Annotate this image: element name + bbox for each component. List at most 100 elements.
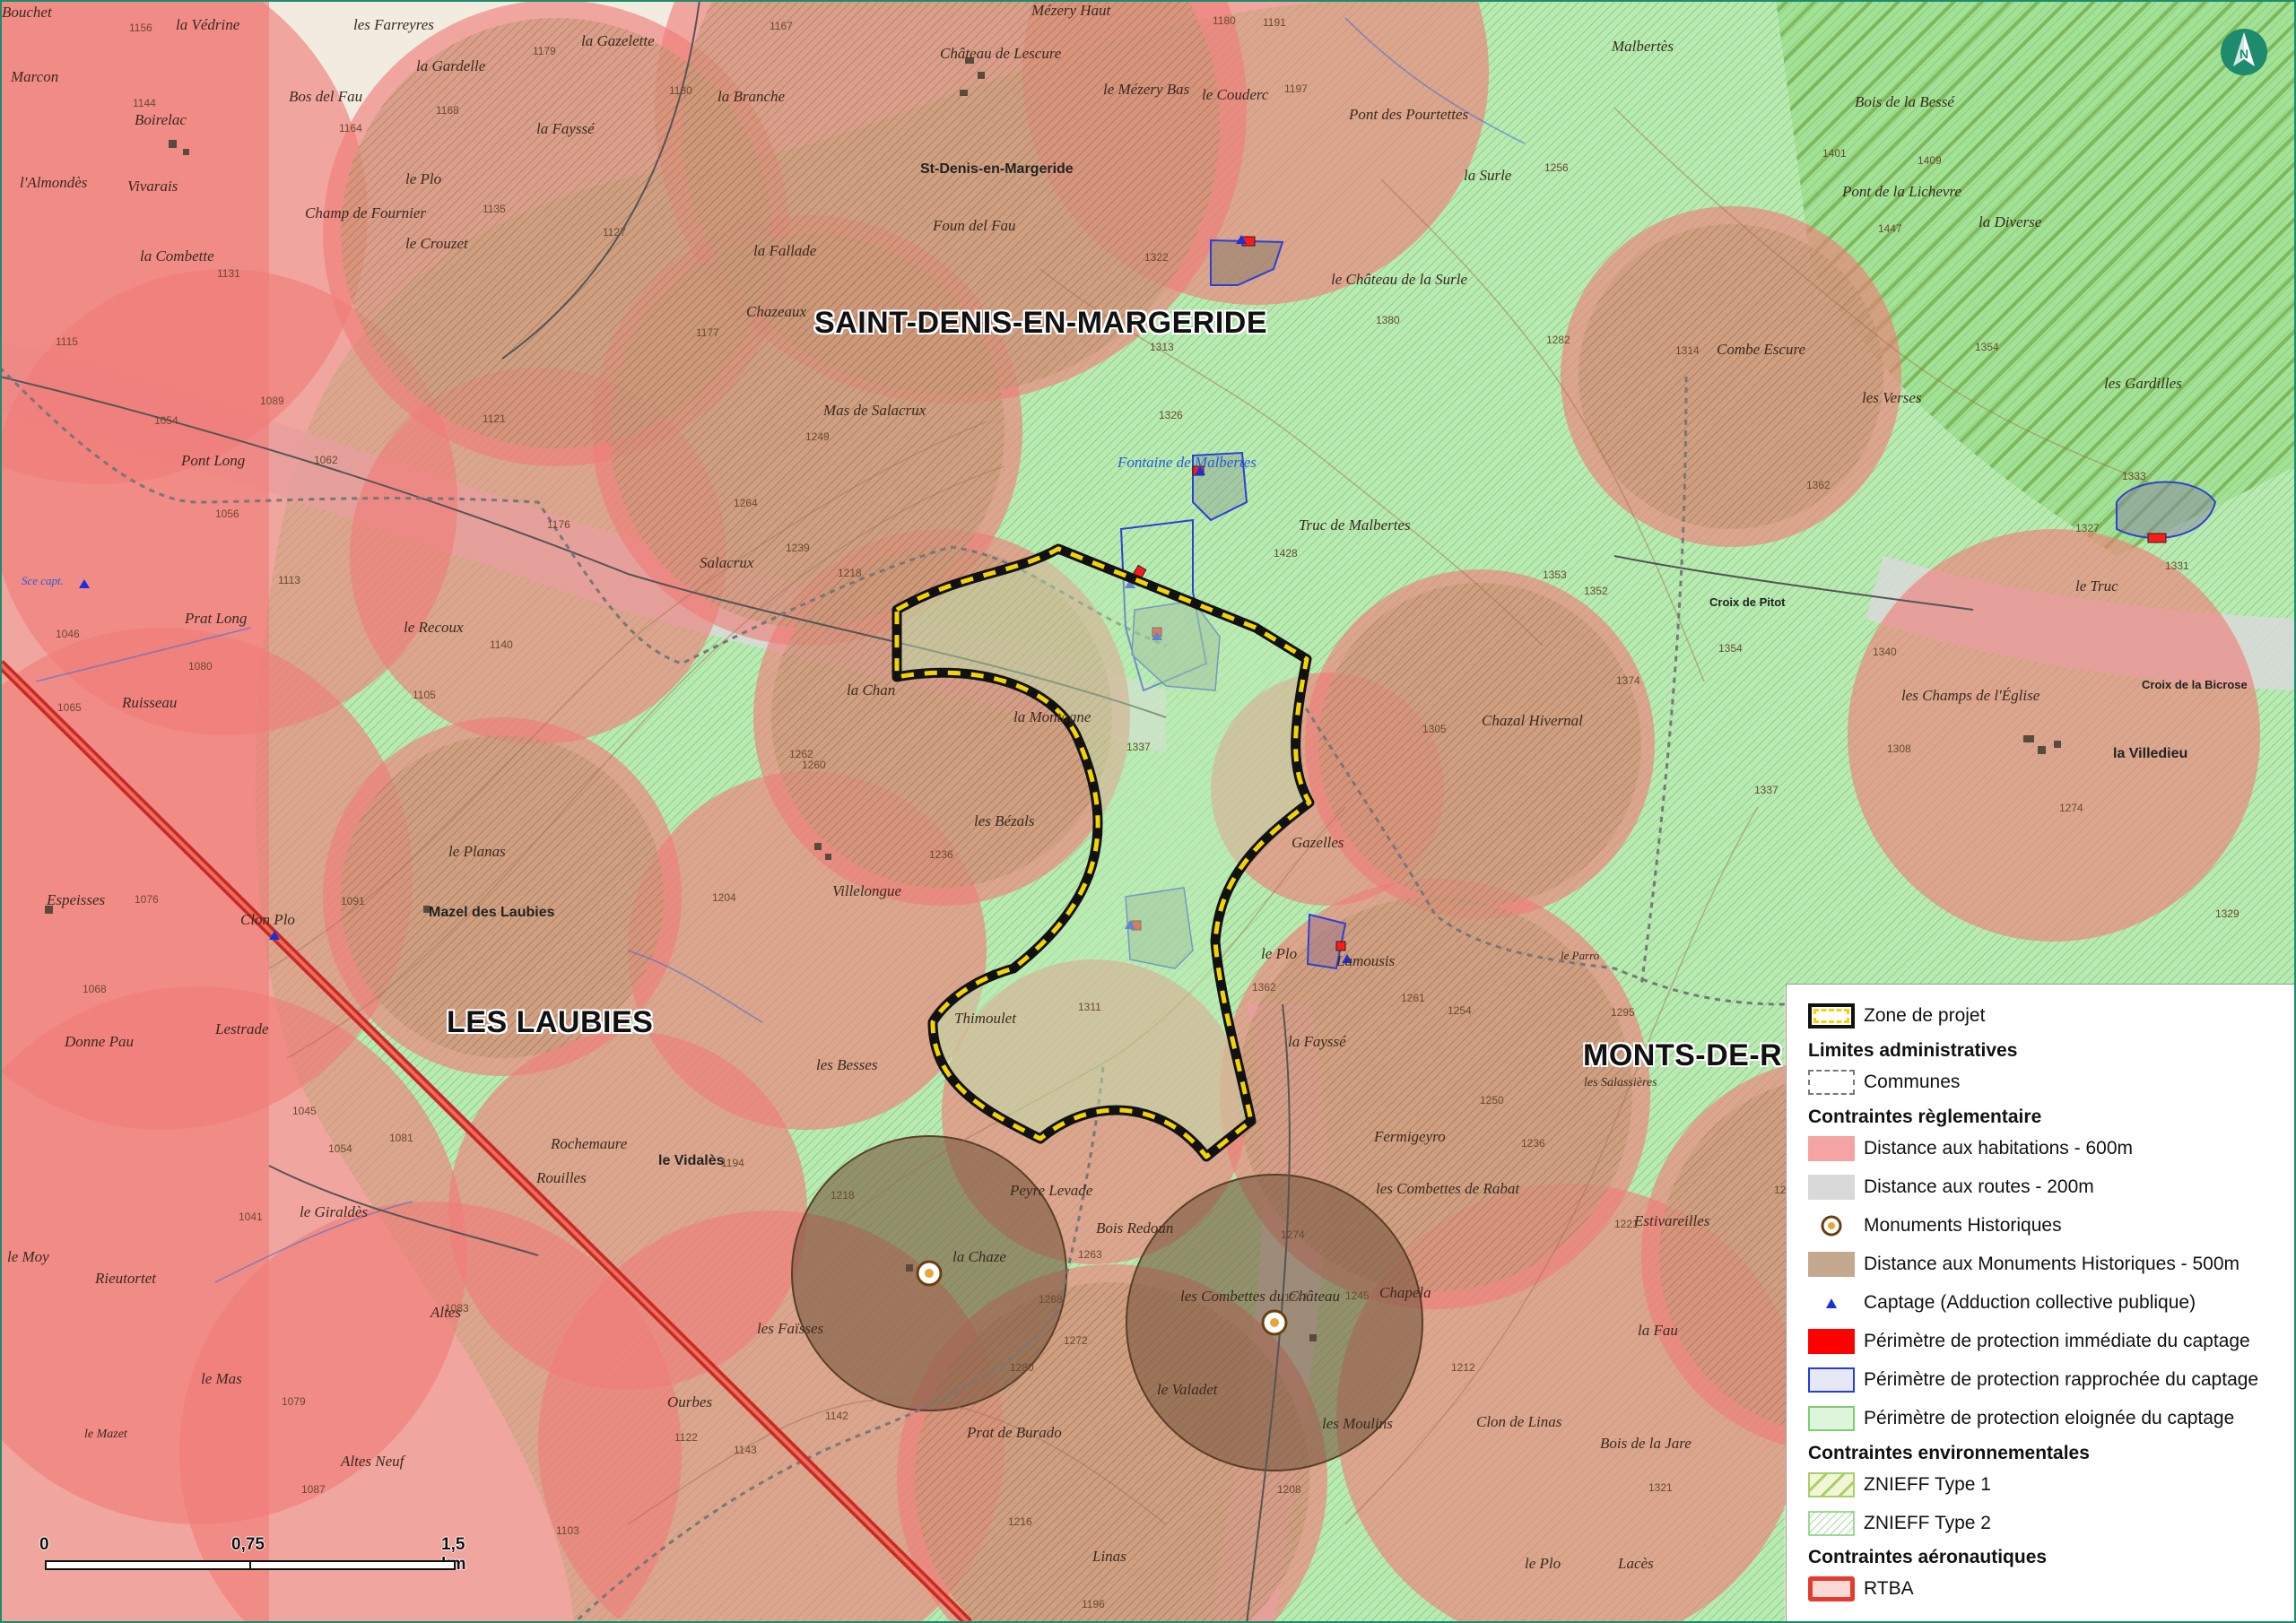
place-label: les Bézals bbox=[974, 812, 1035, 829]
legend-swatch-znieff1 bbox=[1808, 1472, 1855, 1497]
legend-swatch-communes bbox=[1808, 1070, 1855, 1095]
place-label: le Truc bbox=[2075, 577, 2118, 595]
place-label-blue: Fontaine de Malbertes bbox=[1118, 454, 1257, 471]
altitude-label: 1333 bbox=[2122, 470, 2146, 482]
altitude-label: 1135 bbox=[483, 203, 506, 215]
altitude-label: 1331 bbox=[2165, 560, 2189, 572]
place-label: Thimoulet bbox=[954, 1010, 1016, 1027]
altitude-label: 1054 bbox=[328, 1142, 352, 1155]
legend-section-title: Limites administratives bbox=[1808, 1040, 2018, 1061]
legend-label: RTBA bbox=[1864, 1578, 1914, 1599]
map-view[interactable]: SAINT-DENIS-EN-MARGERIDE LES LAUBIES MON… bbox=[0, 0, 2296, 1623]
place-label: Vivarais bbox=[127, 178, 178, 195]
altitude-label: 1326 bbox=[1159, 409, 1183, 421]
legend-item-habitation: Distance aux habitations - 600m bbox=[1808, 1133, 2133, 1164]
altitude-label: 1144 bbox=[133, 97, 156, 109]
place-label: Champ de Fournier bbox=[305, 204, 427, 221]
altitude-label: 1056 bbox=[215, 508, 239, 520]
altitude-label: 1105 bbox=[413, 689, 436, 701]
altitude-label: 1401 bbox=[1822, 147, 1847, 160]
altitude-label: 1263 bbox=[1078, 1248, 1102, 1261]
altitude-label: 1313 bbox=[1150, 341, 1174, 353]
legend-label: Périmètre de protection rapprochée du ca… bbox=[1864, 1369, 2259, 1390]
altitude-label: 1274 bbox=[2059, 802, 2083, 814]
place-label: Chapela bbox=[1379, 1284, 1431, 1301]
altitude-label: 1122 bbox=[674, 1431, 698, 1444]
altitude-label: 1143 bbox=[734, 1444, 757, 1456]
altitude-label: 1247 bbox=[1284, 1291, 1309, 1304]
legend-swatch-habitation bbox=[1808, 1136, 1855, 1161]
place-label-bold: Mazel des Laubies bbox=[429, 905, 555, 920]
altitude-label: 1089 bbox=[260, 395, 284, 407]
altitude-label: 1321 bbox=[1648, 1481, 1673, 1494]
commune-label-saint-denis: SAINT-DENIS-EN-MARGERIDE bbox=[814, 306, 1268, 340]
place-label-bold: Croix de la Bicrose bbox=[2142, 678, 2248, 691]
altitude-label: 1062 bbox=[314, 454, 338, 466]
place-label-bold: St-Denis-en-Margeride bbox=[920, 161, 1074, 177]
place-label: les Moulins bbox=[1322, 1415, 1393, 1432]
altitude-label: 1249 bbox=[805, 430, 830, 443]
place-label: Rochemaure bbox=[551, 1135, 628, 1152]
place-label: la Fayssé bbox=[536, 120, 595, 137]
altitude-label: 1447 bbox=[1878, 222, 1902, 235]
place-label: le Moy bbox=[7, 1248, 49, 1265]
altitude-label: 1177 bbox=[696, 326, 719, 339]
altitude-label: 1191 bbox=[1263, 16, 1286, 29]
captage-icon bbox=[1808, 1290, 1855, 1315]
commune-label-monts-de-r: MONTS-DE-R bbox=[1583, 1038, 1783, 1072]
commune-label-les-laubies: LES LAUBIES bbox=[447, 1005, 654, 1039]
legend-label: Distance aux routes - 200m bbox=[1864, 1176, 2094, 1197]
place-label: Pont Long bbox=[181, 452, 246, 469]
legend-swatch-eloignee bbox=[1808, 1406, 1855, 1431]
place-label: le Mazet bbox=[84, 1428, 127, 1441]
altitude-label: 1083 bbox=[445, 1302, 469, 1315]
place-label: les Combettes du Château bbox=[1180, 1288, 1341, 1305]
place-label: la Montagne bbox=[1013, 708, 1091, 725]
place-label: le Plo bbox=[1261, 945, 1298, 962]
legend-swatch-znieff2 bbox=[1808, 1511, 1855, 1536]
place-label: Donne Pau bbox=[65, 1033, 134, 1050]
place-label-bold: la Villedieu bbox=[2113, 746, 2188, 761]
altitude-label: 1164 bbox=[339, 122, 362, 135]
place-label: Espeisses bbox=[47, 891, 106, 908]
altitude-label: 1236 bbox=[1521, 1137, 1545, 1150]
place-label: Bouchet bbox=[2, 4, 52, 21]
altitude-label: 1268 bbox=[1039, 1293, 1063, 1306]
altitude-label: 1236 bbox=[929, 848, 953, 861]
legend-item-znieff2: ZNIEFF Type 2 bbox=[1808, 1508, 1991, 1539]
place-label: la Surle bbox=[1464, 167, 1512, 184]
legend-section-title: Contraintes aéronautiques bbox=[1808, 1547, 2048, 1567]
place-label: Peyre Levade bbox=[1010, 1182, 1093, 1199]
place-label: Lamousis bbox=[1336, 952, 1396, 969]
monument-icon bbox=[1808, 1213, 1855, 1238]
altitude-label: 1308 bbox=[1887, 742, 1911, 755]
place-label-bold: le Vidalès bbox=[658, 1153, 725, 1168]
place-label: Rouilles bbox=[536, 1169, 587, 1186]
altitude-label: 1327 bbox=[2075, 522, 2100, 534]
altitude-label: 1256 bbox=[1544, 161, 1569, 174]
altitude-label: 1068 bbox=[83, 983, 107, 995]
altitude-label: 1282 bbox=[1546, 334, 1570, 346]
place-label: Bois de la Jare bbox=[1600, 1435, 1692, 1452]
place-label: la Branche bbox=[718, 88, 786, 105]
place-label: la Fallade bbox=[753, 242, 817, 259]
place-label: Bois de la Bessé bbox=[1855, 93, 1954, 110]
altitude-label: 1156 bbox=[129, 22, 152, 34]
place-label: Château de Lescure bbox=[940, 45, 1062, 62]
scale-segment-2 bbox=[249, 1560, 456, 1570]
place-label: Salacrux bbox=[700, 554, 754, 571]
place-label: la Védrine bbox=[176, 16, 240, 33]
place-label: Pont de la Lichevre bbox=[1842, 183, 1961, 200]
place-label: Marcon bbox=[11, 68, 59, 85]
legend-section-title: Contraintes environnementales bbox=[1808, 1443, 2090, 1463]
legend-swatch-rapprochee bbox=[1808, 1367, 1855, 1393]
legend-item-captage: Captage (Adduction collective publique) bbox=[1808, 1288, 2196, 1318]
altitude-label: 1180 bbox=[669, 84, 692, 97]
legend-label: Captage (Adduction collective publique) bbox=[1864, 1292, 2196, 1313]
place-label: la Fayssé bbox=[1288, 1033, 1346, 1050]
altitude-label: 1218 bbox=[831, 1189, 855, 1202]
place-label: les Verses bbox=[1862, 389, 1922, 406]
altitude-label: 1362 bbox=[1252, 981, 1276, 994]
altitude-label: 1091 bbox=[341, 895, 365, 907]
place-label: les Besses bbox=[816, 1056, 878, 1073]
